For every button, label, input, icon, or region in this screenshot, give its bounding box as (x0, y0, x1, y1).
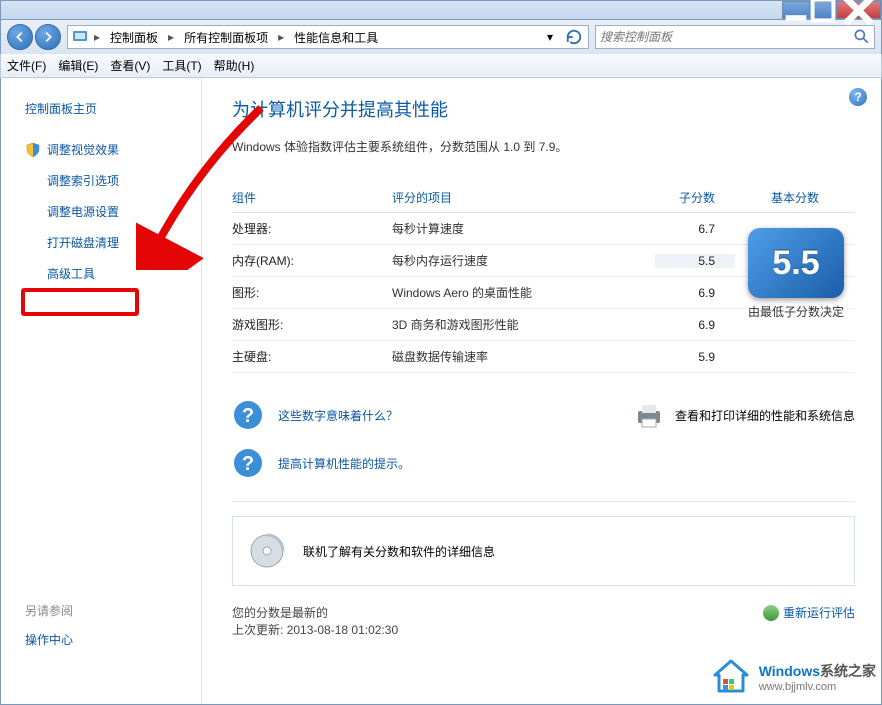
nav-forward-button[interactable] (35, 24, 61, 50)
sidebar-item-label: 调整电源设置 (47, 203, 119, 220)
col-header-rated: 评分的项目 (392, 189, 655, 206)
divider (232, 501, 855, 502)
watermark: Windows系统之家 www.bjjmlv.com (711, 657, 876, 697)
link-online-info[interactable]: 联机了解有关分数和软件的详细信息 (303, 543, 495, 560)
sidebar-item-label: 调整视觉效果 (47, 141, 119, 158)
menu-file[interactable]: 文件(F) (7, 57, 46, 74)
sidebar-item-disk-cleanup[interactable]: 打开磁盘清理 (25, 234, 187, 251)
last-update-value: 2013-08-18 01:02:30 (287, 623, 398, 637)
chevron-right-icon: ▸ (92, 30, 102, 44)
shield-icon (25, 142, 41, 158)
score-uptodate-text: 您的分数是最新的 (232, 604, 855, 621)
col-header-component: 组件 (232, 189, 392, 206)
search-input[interactable] (600, 30, 852, 44)
printer-icon (633, 399, 665, 431)
refresh-icon[interactable] (564, 27, 584, 47)
footer: 重新运行评估 您的分数是最新的 上次更新: 2013-08-18 01:02:3… (232, 604, 855, 638)
svg-text:?: ? (242, 405, 254, 427)
col-header-subscore: 子分数 (655, 189, 735, 206)
close-button[interactable] (836, 1, 881, 19)
breadcrumb-item[interactable]: 所有控制面板项 (180, 27, 272, 48)
breadcrumb-item[interactable]: 性能信息和工具 (290, 27, 382, 48)
link-view-print-details[interactable]: 查看和打印详细的性能和系统信息 (675, 407, 855, 424)
link-what-numbers-mean[interactable]: 这些数字意味着什么？ (278, 407, 398, 424)
search-box[interactable] (595, 25, 875, 49)
annotation-highlight-box (21, 288, 139, 316)
search-icon[interactable] (852, 27, 870, 48)
page-subtitle: Windows 体验指数评估主要系统组件，分数范围从 1.0 到 7.9。 (232, 138, 855, 155)
svg-text:?: ? (242, 453, 254, 475)
breadcrumb-bar[interactable]: ▸ 控制面板 ▸ 所有控制面板项 ▸ 性能信息和工具 ▾ (67, 25, 589, 49)
question-icon: ? (232, 399, 264, 431)
sidebar-item-visual-effects[interactable]: 调整视觉效果 (25, 141, 187, 158)
nav-back-button[interactable] (7, 24, 33, 50)
sidebar-control-panel-home[interactable]: 控制面板主页 (25, 100, 187, 117)
control-panel-icon (72, 29, 88, 45)
base-score-badge: 5.5 (748, 228, 844, 298)
sidebar-item-advanced-tools[interactable]: 高级工具 (25, 265, 187, 282)
see-also-heading: 另请参阅 (25, 602, 187, 619)
chevron-right-icon: ▸ (166, 30, 176, 44)
sidebar-item-label: 调整索引选项 (47, 172, 119, 189)
content-pane: ? 为计算机评分并提高其性能 Windows 体验指数评估主要系统组件，分数范围… (201, 78, 881, 704)
last-update-label: 上次更新: (232, 623, 283, 637)
see-also-action-center[interactable]: 操作中心 (25, 631, 187, 648)
sidebar-item-label: 打开磁盘清理 (47, 234, 119, 251)
online-info-box: 联机了解有关分数和软件的详细信息 (232, 516, 855, 586)
base-score-label: 由最低子分数决定 (741, 304, 851, 321)
house-icon (711, 657, 751, 697)
window-titlebar (0, 0, 882, 20)
maximize-button[interactable] (809, 1, 837, 19)
menu-edit[interactable]: 编辑(E) (58, 57, 98, 74)
sidebar-item-label: 高级工具 (47, 265, 95, 282)
breadcrumb-item[interactable]: 控制面板 (106, 27, 162, 48)
menu-view[interactable]: 查看(V) (110, 57, 150, 74)
dropdown-icon[interactable]: ▾ (540, 27, 560, 47)
refresh-badge-icon (763, 605, 779, 621)
rerun-assessment-link[interactable]: 重新运行评估 (763, 604, 855, 621)
col-header-base: 基本分数 (735, 189, 855, 206)
page-title: 为计算机评分并提高其性能 (232, 96, 855, 122)
help-icon[interactable]: ? (849, 88, 867, 106)
chevron-right-icon: ▸ (276, 30, 286, 44)
menu-bar: 文件(F) 编辑(E) 查看(V) 工具(T) 帮助(H) (0, 54, 882, 78)
question-icon: ? (232, 447, 264, 479)
menu-help[interactable]: 帮助(H) (214, 57, 255, 74)
link-performance-tips[interactable]: 提高计算机性能的提示。 (278, 455, 410, 472)
sidebar: 控制面板主页 调整视觉效果 调整索引选项 调整电源设置 打开磁盘清理 高级工具 … (1, 78, 201, 704)
minimize-button[interactable] (782, 1, 810, 19)
base-score-box: 5.5 由最低子分数决定 (741, 228, 851, 321)
address-bar-row: ▸ 控制面板 ▸ 所有控制面板项 ▸ 性能信息和工具 ▾ (0, 20, 882, 54)
table-row: 主硬盘: 磁盘数据传输速率 5.9 (232, 341, 855, 373)
sidebar-item-power[interactable]: 调整电源设置 (25, 203, 187, 220)
disc-icon (247, 531, 287, 571)
sidebar-item-indexing[interactable]: 调整索引选项 (25, 172, 187, 189)
menu-tools[interactable]: 工具(T) (162, 57, 201, 74)
